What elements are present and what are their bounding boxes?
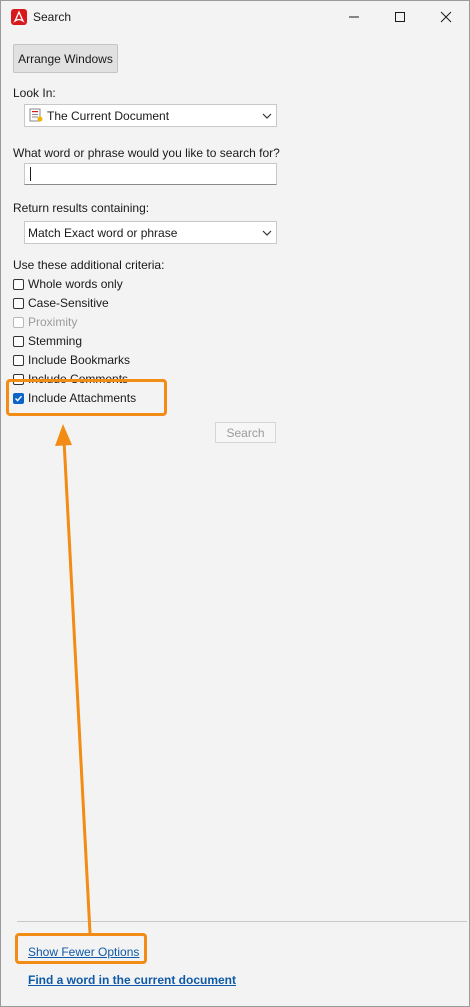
search-button[interactable]: Search (215, 422, 276, 443)
checkbox-label: Include Bookmarks (28, 353, 131, 367)
close-button[interactable] (423, 1, 469, 33)
attachments-highlight-box (6, 379, 167, 416)
checkbox-box (13, 278, 24, 290)
footer-divider (17, 921, 467, 922)
close-icon (440, 11, 452, 23)
return-results-value: Match Exact word or phrase (28, 226, 178, 240)
case-sensitive-checkbox[interactable]: Case-Sensitive (13, 295, 109, 311)
search-phrase-input[interactable] (24, 163, 277, 185)
chevron-down-icon (262, 113, 272, 119)
text-caret (30, 167, 31, 181)
title-bar[interactable]: Search (1, 1, 469, 33)
document-icon (29, 108, 43, 122)
proximity-checkbox: Proximity (13, 314, 77, 330)
search-phrase-label: What word or phrase would you like to se… (13, 146, 280, 160)
checkbox-box (13, 335, 24, 347)
window-title: Search (33, 10, 72, 24)
acrobat-icon (11, 9, 27, 25)
criteria-label: Use these additional criteria: (13, 258, 165, 272)
whole-words-checkbox[interactable]: Whole words only (13, 276, 123, 292)
maximize-button[interactable] (377, 1, 423, 33)
checkbox-box (13, 316, 24, 328)
checkbox-label: Case-Sensitive (28, 296, 109, 310)
fewer-options-highlight-box (15, 933, 147, 964)
stemming-checkbox[interactable]: Stemming (13, 333, 82, 349)
look-in-dropdown[interactable]: The Current Document (24, 104, 277, 127)
checkbox-box (13, 354, 24, 366)
checkbox-label: Stemming (28, 334, 83, 348)
search-window: Search Arrange Windows Look In: The Curr… (0, 0, 470, 1007)
search-panel: Arrange Windows Look In: The Current Doc… (1, 33, 469, 1006)
look-in-value: The Current Document (47, 109, 170, 123)
checkbox-label: Whole words only (28, 277, 123, 291)
chevron-down-icon (262, 230, 272, 236)
checkbox-label: Proximity (28, 315, 78, 329)
look-in-label: Look In: (13, 86, 56, 100)
return-results-dropdown[interactable]: Match Exact word or phrase (24, 221, 277, 244)
include-bookmarks-checkbox[interactable]: Include Bookmarks (13, 352, 130, 368)
maximize-icon (395, 12, 405, 22)
find-word-link[interactable]: Find a word in the current document (28, 973, 236, 987)
return-results-label: Return results containing: (13, 201, 150, 215)
minimize-icon (349, 16, 359, 18)
arrange-windows-button[interactable]: Arrange Windows (13, 44, 118, 73)
minimize-button[interactable] (331, 1, 377, 33)
checkbox-box (13, 297, 24, 309)
